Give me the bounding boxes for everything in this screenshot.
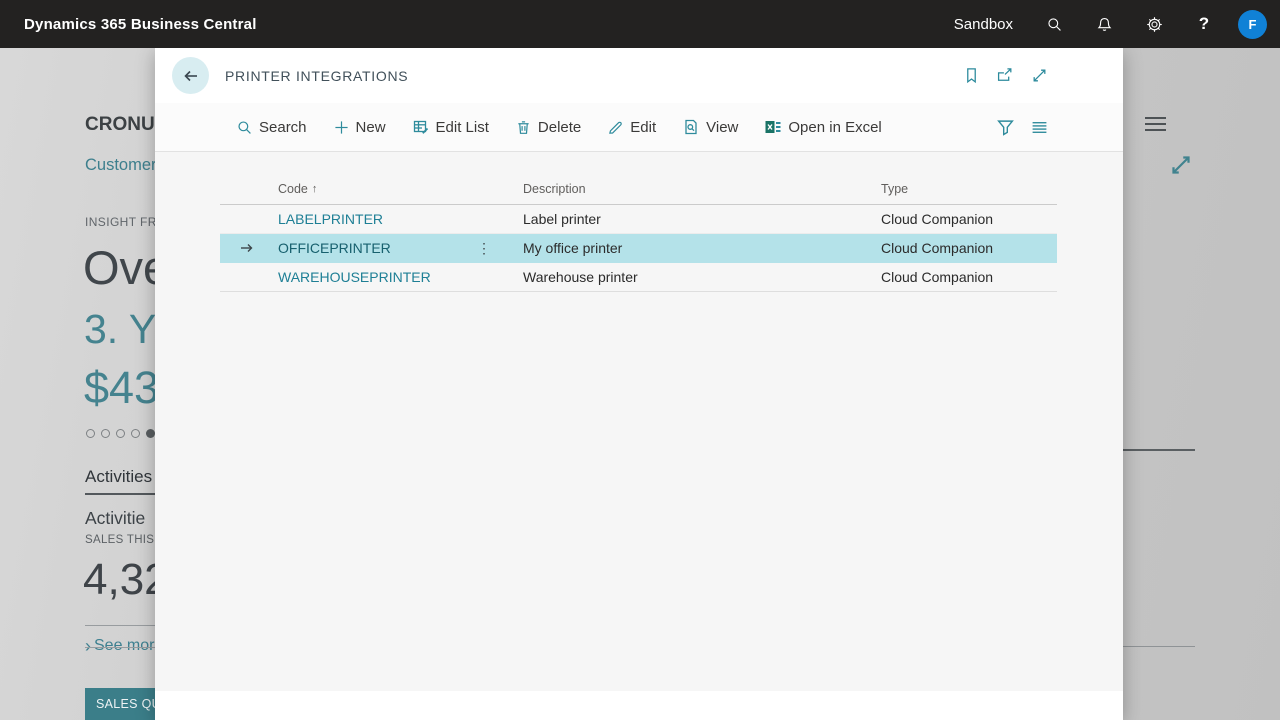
- column-header-type[interactable]: Type: [881, 182, 1057, 196]
- carousel-dot-active[interactable]: [146, 429, 155, 438]
- description-cell: Label printer: [523, 211, 881, 227]
- user-avatar[interactable]: F: [1238, 10, 1267, 39]
- printer-integrations-table: Code ↑ Description Type LABELPRINTER Lab…: [220, 152, 1057, 292]
- filter-funnel-icon[interactable]: [997, 119, 1014, 136]
- excel-icon: [765, 119, 781, 135]
- type-cell: Cloud Companion: [881, 240, 1057, 256]
- action-toolbar: Search New Edit List Delete Edit View Op…: [155, 103, 1123, 152]
- carousel-dots[interactable]: [86, 429, 155, 438]
- column-header-code[interactable]: Code ↑: [278, 182, 523, 196]
- search-icon[interactable]: [1029, 0, 1079, 48]
- dialog-footer: [155, 691, 1123, 720]
- nav-link-customers[interactable]: Customers: [85, 156, 165, 175]
- help-icon[interactable]: ?: [1179, 0, 1229, 48]
- divider: [85, 647, 160, 648]
- table-row[interactable]: WAREHOUSEPRINTER Warehouse printer Cloud…: [220, 263, 1057, 292]
- pencil-icon: [608, 120, 623, 135]
- insight-line-2: 3. Y: [84, 306, 156, 353]
- dialog-header-actions: [963, 67, 1048, 84]
- type-cell: Cloud Companion: [881, 211, 1057, 227]
- sort-ascending-icon: ↑: [312, 183, 318, 195]
- table-row[interactable]: LABELPRINTER Label printer Cloud Compani…: [220, 205, 1057, 234]
- table-header-row: Code ↑ Description Type: [220, 152, 1057, 205]
- carousel-dot[interactable]: [101, 429, 110, 438]
- see-more-label: See mor: [94, 637, 154, 655]
- insight-value: $43: [84, 362, 159, 414]
- carousel-dot[interactable]: [86, 429, 95, 438]
- search-icon: [237, 120, 252, 135]
- see-more-link[interactable]: › See mor: [85, 637, 154, 655]
- carousel-dot[interactable]: [131, 429, 140, 438]
- plus-icon: [334, 120, 349, 135]
- sales-quotes-tile[interactable]: SALES QU: [85, 688, 160, 720]
- top-navigation-bar: Dynamics 365 Business Central Sandbox ? …: [0, 0, 1280, 48]
- sales-this-label: SALES THIS: [85, 534, 154, 546]
- toolbar-right-actions: [997, 119, 1048, 136]
- open-in-new-window-icon[interactable]: [997, 67, 1014, 84]
- divider: [85, 625, 160, 626]
- description-cell: My office printer: [523, 240, 881, 256]
- background-divider: [1123, 646, 1195, 647]
- chevron-right-icon: ›: [85, 638, 91, 654]
- app-title[interactable]: Dynamics 365 Business Central: [24, 16, 257, 33]
- carousel-dot[interactable]: [116, 429, 125, 438]
- topbar-actions: Sandbox ? F: [954, 0, 1280, 48]
- row-options-ellipsis-icon[interactable]: ⋮: [477, 240, 491, 257]
- open-in-excel-button[interactable]: Open in Excel: [765, 119, 881, 136]
- column-header-description[interactable]: Description: [523, 182, 881, 196]
- background-expand-icon[interactable]: [1169, 153, 1193, 182]
- dialog-content: Code ↑ Description Type LABELPRINTER Lab…: [155, 152, 1123, 691]
- view-document-icon: [683, 119, 699, 135]
- bookmark-icon[interactable]: [963, 67, 980, 84]
- delete-button[interactable]: Delete: [516, 119, 581, 136]
- active-row-arrow-icon: [220, 240, 278, 256]
- tab-underline: [85, 493, 160, 495]
- view-button[interactable]: View: [683, 119, 738, 136]
- settings-gear-icon[interactable]: [1129, 0, 1179, 48]
- page-title: PRINTER INTEGRATIONS: [225, 68, 408, 84]
- expand-fullscreen-icon[interactable]: [1031, 67, 1048, 84]
- insight-section-label: INSIGHT FR: [85, 215, 157, 229]
- activities-heading: Activitie: [85, 508, 145, 529]
- environment-badge[interactable]: Sandbox: [954, 16, 1013, 33]
- list-view-icon[interactable]: [1031, 119, 1048, 136]
- back-button[interactable]: [172, 57, 209, 94]
- notifications-bell-icon[interactable]: [1079, 0, 1129, 48]
- code-link[interactable]: OFFICEPRINTER: [278, 240, 391, 256]
- edit-button[interactable]: Edit: [608, 119, 656, 136]
- new-button[interactable]: New: [334, 119, 386, 136]
- type-cell: Cloud Companion: [881, 269, 1057, 285]
- trash-icon: [516, 120, 531, 135]
- code-link[interactable]: LABELPRINTER: [278, 211, 383, 227]
- tab-activities[interactable]: Activities: [85, 467, 152, 487]
- arrow-left-icon: [181, 66, 201, 86]
- menu-hamburger-icon[interactable]: [1145, 117, 1166, 135]
- printer-integrations-dialog: PRINTER INTEGRATIONS Search New Edit Lis…: [155, 48, 1123, 720]
- edit-list-icon: [413, 119, 429, 135]
- code-link[interactable]: WAREHOUSEPRINTER: [278, 269, 431, 285]
- background-divider: [1123, 449, 1195, 451]
- table-row-selected[interactable]: OFFICEPRINTER ⋮ My office printer Cloud …: [220, 234, 1057, 263]
- search-button[interactable]: Search: [237, 119, 307, 136]
- edit-list-button[interactable]: Edit List: [413, 119, 489, 136]
- dialog-header: PRINTER INTEGRATIONS: [155, 48, 1123, 103]
- description-cell: Warehouse printer: [523, 269, 881, 285]
